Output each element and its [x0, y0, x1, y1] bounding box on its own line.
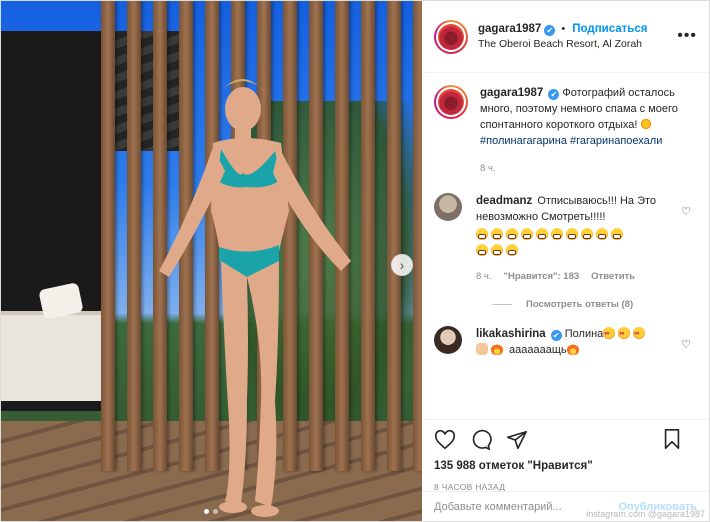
fire-emoji-icon — [566, 343, 579, 355]
grimacing-emoji-icon — [491, 228, 503, 240]
caption: gagara1987 ✔ Фотографий осталось много, п… — [434, 85, 697, 177]
follow-button[interactable]: Подписаться — [572, 23, 647, 35]
chevron-right-icon: › — [399, 257, 405, 273]
grimacing-emoji-icon — [551, 228, 563, 240]
likes-count[interactable]: 135 988 отметок "Нравится" — [434, 460, 697, 472]
more-horizontal-icon[interactable]: ••• — [677, 27, 697, 45]
view-replies-label: Посмотреть ответы (8) — [526, 299, 634, 310]
comments-list[interactable]: gagara1987 ✔ Фотографий осталось много, п… — [422, 73, 709, 419]
grimacing-emoji-icon — [521, 228, 533, 240]
hashtag-link[interactable]: #гагаринапоехали — [570, 135, 662, 147]
comment-likes[interactable]: "Нравится": 183 — [504, 269, 580, 285]
caption-time: 8 ч. — [480, 163, 496, 174]
post-photo[interactable]: › — [1, 1, 422, 521]
verified-badge-icon: ✔ — [544, 24, 556, 36]
heart-icon[interactable]: ♡ — [681, 338, 691, 351]
photo-fence-slat — [101, 1, 115, 471]
header-username[interactable]: gagara1987 — [478, 23, 541, 35]
heart-eyes-emoji-icon — [618, 326, 631, 342]
post-card: › gagara1987 ✔ • Подписаться The Oberoi B… — [0, 0, 710, 522]
commenter-avatar[interactable] — [434, 193, 462, 221]
post-sidebar: gagara1987 ✔ • Подписаться The Oberoi Bea… — [422, 1, 709, 521]
verified-badge-icon: ✔ — [550, 330, 562, 341]
heart-eyes-emoji-icon — [633, 326, 646, 342]
comment-username[interactable]: deadmanz — [476, 195, 532, 207]
caption-avatar[interactable] — [434, 85, 468, 119]
clap-emoji-icon — [476, 343, 488, 355]
view-replies-button[interactable]: Посмотреть ответы (8) — [492, 299, 697, 310]
grimacing-emoji-icon — [611, 228, 623, 240]
post-header: gagara1987 ✔ • Подписаться The Oberoi Bea… — [422, 1, 709, 73]
location-link[interactable]: The Oberoi Beach Resort, Al Zorah — [478, 37, 647, 52]
reply-button[interactable]: Ответить — [591, 269, 635, 285]
avatar[interactable] — [434, 19, 468, 54]
photo-person — [159, 78, 351, 517]
carousel-dot-2 — [213, 509, 218, 514]
grimacing-emoji-icon — [476, 244, 488, 256]
photo-fence-slat — [127, 1, 141, 471]
grimacing-emoji-icon — [476, 228, 488, 240]
grimacing-emoji-icon — [506, 228, 518, 240]
photo-sofa — [1, 311, 111, 401]
carousel-next-button[interactable]: › — [391, 254, 413, 276]
watermark: instagram.com @gagara1987 — [586, 509, 705, 519]
avatar-image — [438, 23, 464, 50]
comment-item: deadmanz Отписываюсь!!! На Это невозможн… — [434, 193, 697, 285]
comment-text-2: ааааааащь — [506, 344, 567, 356]
header-text: gagara1987 ✔ • Подписаться The Oberoi Bea… — [478, 22, 647, 52]
share-icon[interactable] — [506, 429, 528, 451]
photo-fence-slat — [413, 1, 422, 471]
grimacing-emoji-icon — [596, 228, 608, 240]
header-separator: • — [561, 22, 566, 35]
comment-emojis — [476, 227, 681, 259]
commenter-avatar[interactable] — [434, 326, 462, 354]
caption-username[interactable]: gagara1987 — [480, 87, 543, 99]
comment-icon[interactable] — [470, 429, 492, 451]
photo-fence-slat — [387, 1, 401, 471]
save-bookmark-icon[interactable] — [661, 428, 683, 450]
replies-divider — [492, 304, 512, 305]
verified-badge-icon: ✔ — [548, 89, 560, 100]
post-actions: 135 988 отметок "Нравится" 8 ЧАСОВ НАЗАД — [422, 419, 709, 492]
heart-icon[interactable]: ♡ — [681, 205, 691, 218]
like-heart-icon[interactable] — [434, 429, 456, 451]
comment-item: likakashirina ✔ Полина ааааааащь ♡ — [434, 326, 697, 358]
comment-username[interactable]: likakashirina — [476, 328, 546, 340]
hashtag-link[interactable]: #полинагагарина — [480, 135, 567, 147]
heart-eyes-emoji-icon — [603, 326, 616, 342]
comment-time: 8 ч. — [476, 271, 492, 282]
sun-emoji-icon — [640, 118, 653, 130]
comment-text: Полина — [564, 328, 604, 340]
photo-fence-slat — [361, 1, 375, 471]
add-comment-bar: Опубликовать instagram.com @gagara1987 — [422, 491, 709, 521]
grimacing-emoji-icon — [536, 228, 548, 240]
grimacing-emoji-icon — [581, 228, 593, 240]
fire-emoji-icon — [491, 343, 503, 355]
grimacing-emoji-icon — [491, 244, 503, 256]
grimacing-emoji-icon — [566, 228, 578, 240]
carousel-dot-1 — [204, 509, 209, 514]
grimacing-emoji-icon — [506, 244, 518, 256]
